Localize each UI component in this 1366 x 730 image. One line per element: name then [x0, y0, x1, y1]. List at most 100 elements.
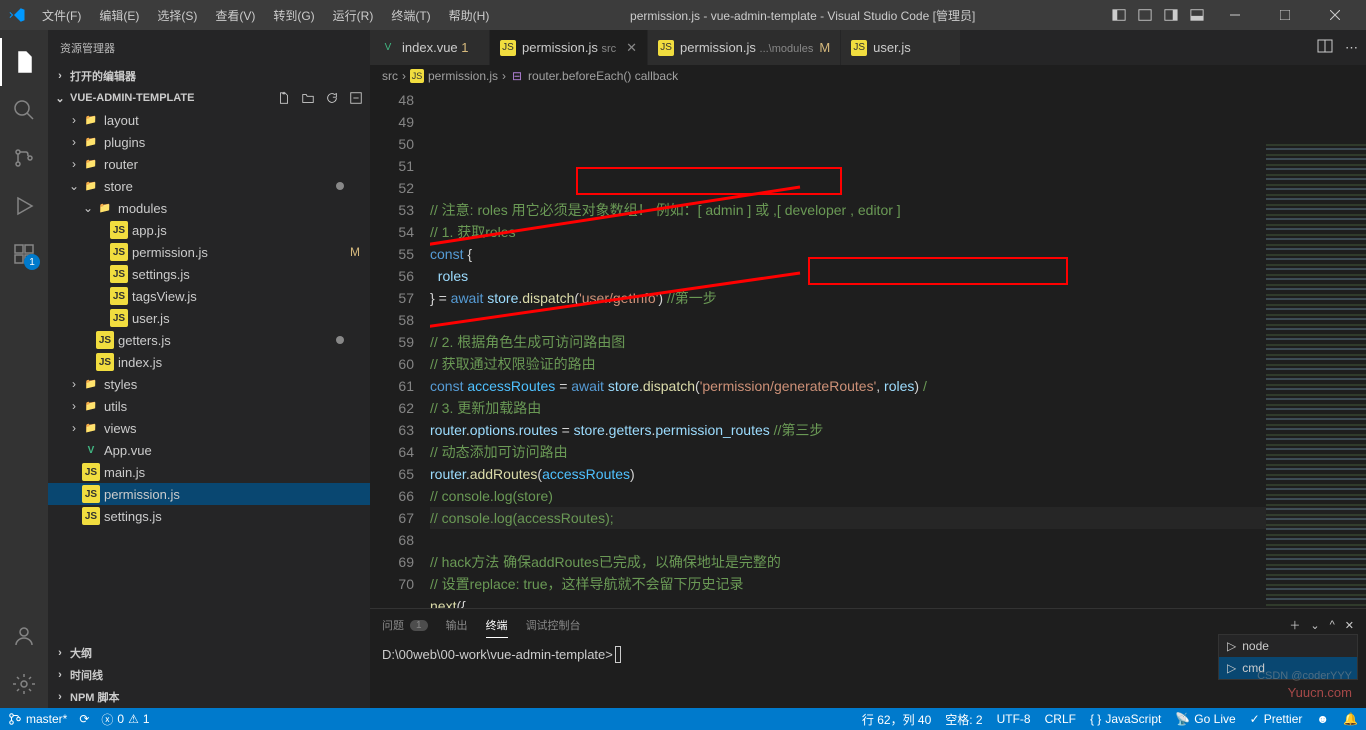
tab-terminal[interactable]: 终端: [486, 613, 508, 638]
status-spaces[interactable]: 空格: 2: [945, 711, 982, 728]
collapse-icon[interactable]: [346, 88, 366, 108]
status-cursor[interactable]: 行 62，列 40: [862, 711, 931, 728]
section-outline[interactable]: ›大纲: [48, 642, 370, 664]
tab-debug-console[interactable]: 调试控制台: [526, 613, 581, 637]
new-folder-icon[interactable]: [298, 88, 318, 108]
close-tab-icon[interactable]: ✕: [626, 40, 637, 56]
tree-item[interactable]: JSuser.js: [48, 307, 370, 329]
tree-item-label: app.js: [132, 223, 167, 238]
split-editor-icon[interactable]: [1317, 38, 1333, 57]
menu-item[interactable]: 帮助(H): [441, 3, 498, 28]
new-terminal-icon[interactable]: ＋: [1289, 617, 1300, 633]
window-controls: [1108, 0, 1358, 30]
tree-item[interactable]: JSindex.js: [48, 351, 370, 373]
tab-problems[interactable]: 问题1: [382, 613, 428, 637]
status-branch[interactable]: master*: [8, 712, 67, 726]
status-eol[interactable]: CRLF: [1045, 712, 1076, 726]
minimize-button[interactable]: [1212, 0, 1258, 30]
new-file-icon[interactable]: [274, 88, 294, 108]
section-npm[interactable]: ›NPM 脚本: [48, 686, 370, 708]
menu-item[interactable]: 运行(R): [325, 3, 382, 28]
more-icon[interactable]: ⋯: [1345, 40, 1358, 56]
tree-item-label: tagsView.js: [132, 289, 197, 304]
status-bell-icon[interactable]: 🔔: [1343, 712, 1358, 726]
annotation-box: [576, 167, 842, 195]
editor-tab[interactable]: JSpermission.js src✕: [490, 30, 648, 65]
tree-item[interactable]: JSpermission.jsM: [48, 241, 370, 263]
source-control-icon[interactable]: [0, 134, 48, 182]
status-prettier[interactable]: ✓ Prettier: [1250, 712, 1303, 726]
status-encoding[interactable]: UTF-8: [997, 712, 1031, 726]
folder-icon: 📁: [82, 111, 100, 129]
tree-item[interactable]: JSmain.js: [48, 461, 370, 483]
maximize-panel-icon[interactable]: ^: [1330, 619, 1335, 631]
explorer-icon[interactable]: [0, 38, 48, 86]
debug-icon[interactable]: [0, 182, 48, 230]
menu-item[interactable]: 编辑(E): [91, 3, 147, 28]
tree-item[interactable]: ›📁utils: [48, 395, 370, 417]
layout-panel-icon[interactable]: [1186, 4, 1208, 26]
modified-dot-icon: [336, 182, 344, 190]
js-file-icon: JS: [110, 221, 128, 239]
close-button[interactable]: [1312, 0, 1358, 30]
folder-icon: 📁: [82, 375, 100, 393]
tree-item[interactable]: ⌄📁modules: [48, 197, 370, 219]
extensions-icon[interactable]: 1: [0, 230, 48, 278]
tree-item[interactable]: ›📁router: [48, 153, 370, 175]
status-sync[interactable]: ⟳: [79, 712, 89, 726]
tree-item[interactable]: ⌄📁store: [48, 175, 370, 197]
close-panel-icon[interactable]: ✕: [1345, 619, 1354, 632]
tree-item[interactable]: ›📁plugins: [48, 131, 370, 153]
terminal-content[interactable]: D:\00web\00-work\vue-admin-template>: [370, 641, 1366, 669]
status-golive[interactable]: 📡 Go Live: [1175, 712, 1235, 726]
status-lang[interactable]: { } JavaScript: [1090, 712, 1161, 726]
tree-item[interactable]: ›📁views: [48, 417, 370, 439]
section-project[interactable]: ⌄VUE-ADMIN-TEMPLATE: [48, 87, 370, 109]
tree-item[interactable]: VApp.vue: [48, 439, 370, 461]
account-icon[interactable]: [0, 612, 48, 660]
status-feedback-icon[interactable]: ☻: [1316, 712, 1329, 726]
tree-item[interactable]: JS tagsView.js: [48, 285, 370, 307]
section-open-editors[interactable]: ›打开的编辑器: [48, 65, 370, 87]
tab-output[interactable]: 输出: [446, 613, 468, 637]
layout-bottom-icon[interactable]: [1134, 4, 1156, 26]
menu-item[interactable]: 选择(S): [149, 3, 205, 28]
menu-item[interactable]: 终端(T): [383, 3, 438, 28]
menu-item[interactable]: 文件(F): [34, 3, 89, 28]
editor-tab[interactable]: Vindex.vue 1: [370, 30, 490, 65]
menu-item[interactable]: 转到(G): [265, 3, 322, 28]
menu-item[interactable]: 查看(V): [207, 3, 263, 28]
settings-gear-icon[interactable]: [0, 660, 48, 708]
js-file-icon: JS: [110, 309, 128, 327]
tree-item-label: store: [104, 179, 133, 194]
tree-item-label: styles: [104, 377, 137, 392]
search-icon[interactable]: [0, 86, 48, 134]
code-editor[interactable]: 4849505152535455565758596061626364656667…: [370, 87, 1366, 608]
tree-item[interactable]: JSpermission.js: [48, 483, 370, 505]
editor-tab[interactable]: JSuser.js: [841, 30, 961, 65]
terminal-item-node[interactable]: ▷node: [1219, 635, 1357, 657]
minimap[interactable]: [1266, 144, 1366, 608]
status-errors[interactable]: ⓧ 0 ⚠ 1: [101, 711, 149, 728]
tree-item[interactable]: ›📁layout: [48, 109, 370, 131]
refresh-icon[interactable]: [322, 88, 342, 108]
sidebar: 资源管理器 ›打开的编辑器 ⌄VUE-ADMIN-TEMPLATE ›📁layo…: [48, 30, 370, 708]
tree-item[interactable]: JSsettings.js: [48, 263, 370, 285]
section-timeline[interactable]: ›时间线: [48, 664, 370, 686]
terminal-item-cmd[interactable]: ▷cmd: [1219, 657, 1357, 679]
tree-item[interactable]: JS app.js: [48, 219, 370, 241]
maximize-button[interactable]: [1262, 0, 1308, 30]
editor-tab[interactable]: JSpermission.js ...\modulesM: [648, 30, 841, 65]
file-tree: ›📁layout›📁plugins›📁router⌄📁store⌄📁module…: [48, 109, 370, 642]
tree-item[interactable]: ›📁styles: [48, 373, 370, 395]
modified-badge: M: [350, 245, 360, 259]
layout-left-icon[interactable]: [1108, 4, 1130, 26]
breadcrumb[interactable]: src › JS permission.js › ⊟ router.before…: [370, 65, 1366, 87]
layout-right-icon[interactable]: [1160, 4, 1182, 26]
terminal-split-icon[interactable]: ⌄: [1310, 619, 1319, 632]
editor-tabs: Vindex.vue 1JSpermission.js src✕JSpermis…: [370, 30, 1366, 65]
js-file-icon: JS: [110, 287, 128, 305]
tree-item[interactable]: JSgetters.js: [48, 329, 370, 351]
js-file-icon: JS: [82, 463, 100, 481]
tree-item[interactable]: JSsettings.js: [48, 505, 370, 527]
